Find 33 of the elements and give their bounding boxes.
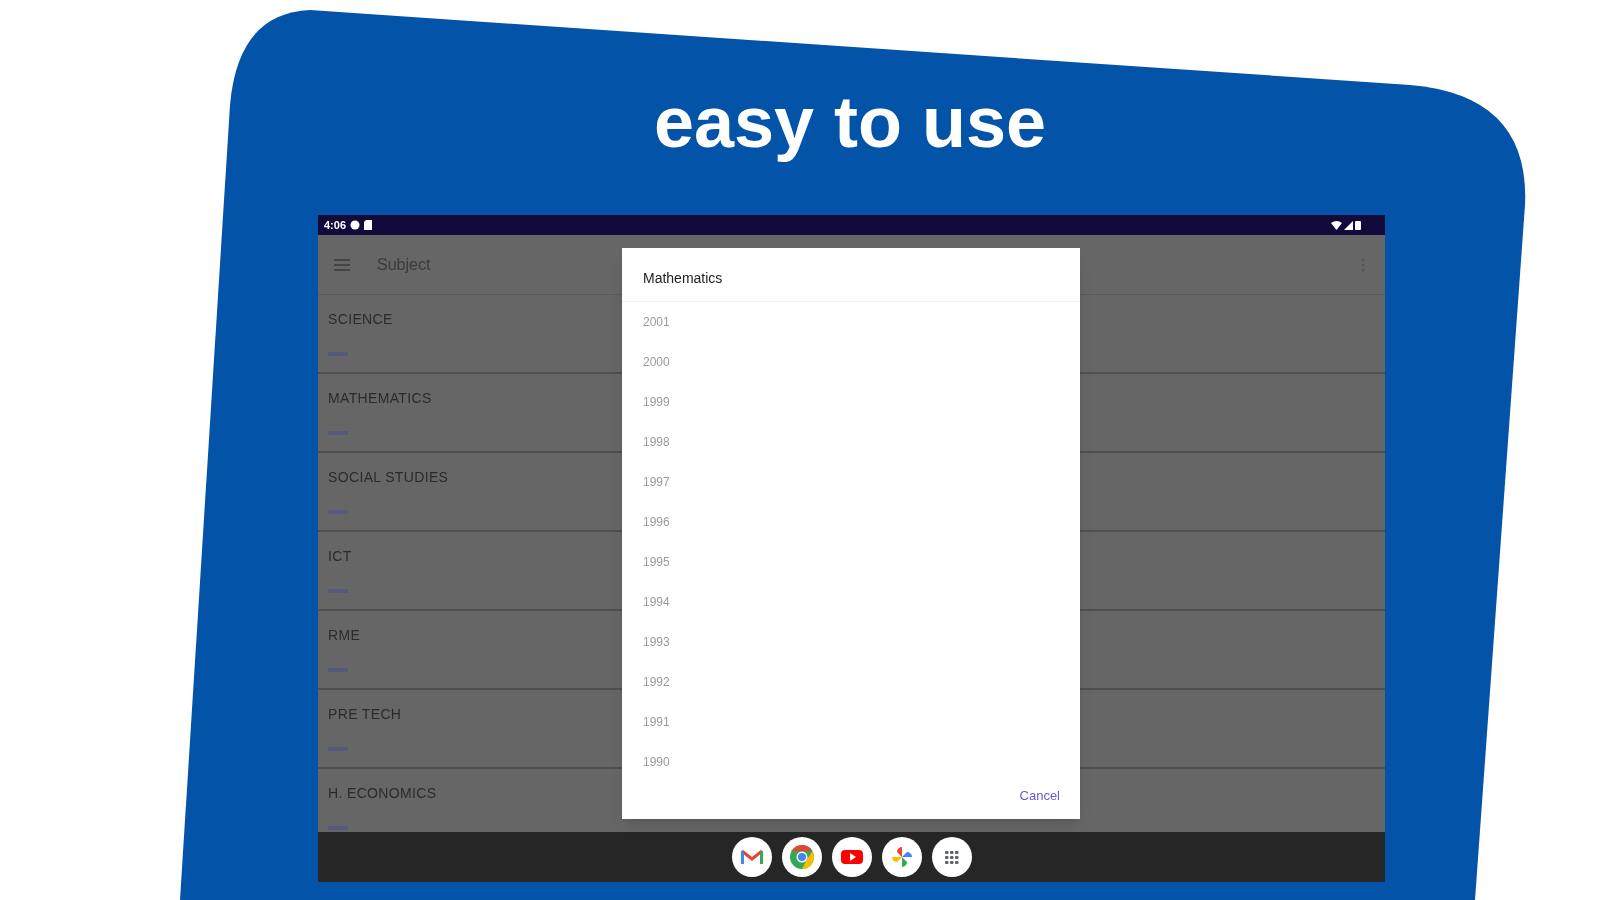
cancel-button[interactable]: Cancel <box>1015 785 1064 805</box>
pinwheel-icon[interactable] <box>881 837 922 877</box>
year-option[interactable]: 1992 <box>622 662 1080 702</box>
dialog-title: Mathematics <box>622 248 1080 302</box>
year-option[interactable]: 1996 <box>622 502 1080 542</box>
subject-name: SCIENCE <box>328 310 393 329</box>
year-option[interactable]: 1997 <box>622 462 1080 502</box>
signal-icon <box>1344 220 1353 230</box>
subject-name: PRE TECH <box>328 705 402 724</box>
year-option[interactable]: 1993 <box>622 622 1080 662</box>
wifi-icon <box>1331 220 1342 230</box>
year-option[interactable]: 1991 <box>622 702 1080 742</box>
year-option[interactable]: 1994 <box>622 582 1080 622</box>
year-option[interactable]: 1998 <box>622 422 1080 462</box>
browser-icon[interactable] <box>781 837 822 877</box>
year-option[interactable]: 1990 <box>622 742 1080 782</box>
subject-name: H. ECONOMICS <box>328 784 437 803</box>
subject-name: MATHEMATICS <box>328 389 432 408</box>
subject-name: RME <box>328 626 361 645</box>
sim-card-icon <box>364 220 373 230</box>
year-option[interactable]: 1999 <box>622 382 1080 422</box>
year-option[interactable]: 1995 <box>622 542 1080 582</box>
status-time: 4:06 <box>324 217 347 233</box>
app-grid-icon[interactable] <box>931 837 972 877</box>
subject-name: ICT <box>328 547 352 566</box>
year-option[interactable]: 2000 <box>622 342 1080 382</box>
headline: easy to use <box>653 82 1047 162</box>
video-play-icon[interactable] <box>831 837 872 877</box>
notification-icon <box>350 220 361 230</box>
subject-name: SOCIAL STUDIES <box>328 468 449 487</box>
mail-icon[interactable] <box>731 837 772 877</box>
battery-icon <box>1355 220 1361 230</box>
year-option[interactable]: 2001 <box>622 302 1080 342</box>
